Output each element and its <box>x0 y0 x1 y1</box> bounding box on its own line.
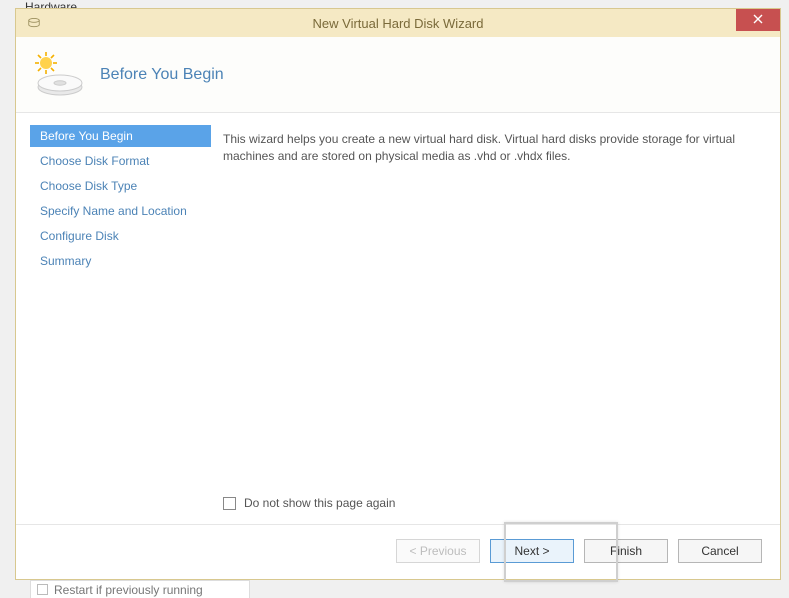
page-title: Before You Begin <box>100 66 224 84</box>
disk-icon <box>26 15 42 31</box>
next-button[interactable]: Next > <box>490 539 574 563</box>
dont-show-again-label: Do not show this page again <box>244 496 395 510</box>
sidebar-item-label: Specify Name and Location <box>40 204 187 218</box>
dont-show-again-row[interactable]: Do not show this page again <box>223 496 760 524</box>
new-disk-icon <box>34 51 84 99</box>
sidebar-item-label: Choose Disk Type <box>40 179 137 193</box>
wizard-window: New Virtual Hard Disk Wizard <box>15 8 781 580</box>
sidebar-item-label: Choose Disk Format <box>40 154 149 168</box>
background-restart-label: Restart if previously running <box>54 583 203 597</box>
sidebar-item-label: Summary <box>40 254 91 268</box>
close-icon <box>753 13 763 27</box>
checkbox-icon <box>37 584 48 595</box>
window-title: New Virtual Hard Disk Wizard <box>16 16 780 31</box>
titlebar: New Virtual Hard Disk Wizard <box>16 9 780 37</box>
background-restart-row: Restart if previously running <box>30 580 250 598</box>
sidebar-item-specify-name-location[interactable]: Specify Name and Location <box>30 200 211 222</box>
previous-button: < Previous <box>396 539 480 563</box>
wizard-header: Before You Begin <box>16 37 780 113</box>
wizard-body: Before You Begin Choose Disk Format Choo… <box>16 113 780 524</box>
wizard-description: This wizard helps you create a new virtu… <box>223 131 760 166</box>
sidebar-item-configure-disk[interactable]: Configure Disk <box>30 225 211 247</box>
finish-button[interactable]: Finish <box>584 539 668 563</box>
sidebar-item-choose-disk-type[interactable]: Choose Disk Type <box>30 175 211 197</box>
sidebar-item-choose-disk-format[interactable]: Choose Disk Format <box>30 150 211 172</box>
sidebar-item-before-you-begin[interactable]: Before You Begin <box>30 125 211 147</box>
sidebar-item-label: Before You Begin <box>40 129 133 143</box>
wizard-footer: < Previous Next > Finish Cancel <box>16 524 780 579</box>
sidebar-item-summary[interactable]: Summary <box>30 250 211 272</box>
wizard-steps-sidebar: Before You Begin Choose Disk Format Choo… <box>16 125 211 524</box>
dont-show-again-checkbox[interactable] <box>223 497 236 510</box>
wizard-content: This wizard helps you create a new virtu… <box>211 125 780 524</box>
sidebar-item-label: Configure Disk <box>40 229 119 243</box>
cancel-button[interactable]: Cancel <box>678 539 762 563</box>
close-button[interactable] <box>736 9 780 31</box>
